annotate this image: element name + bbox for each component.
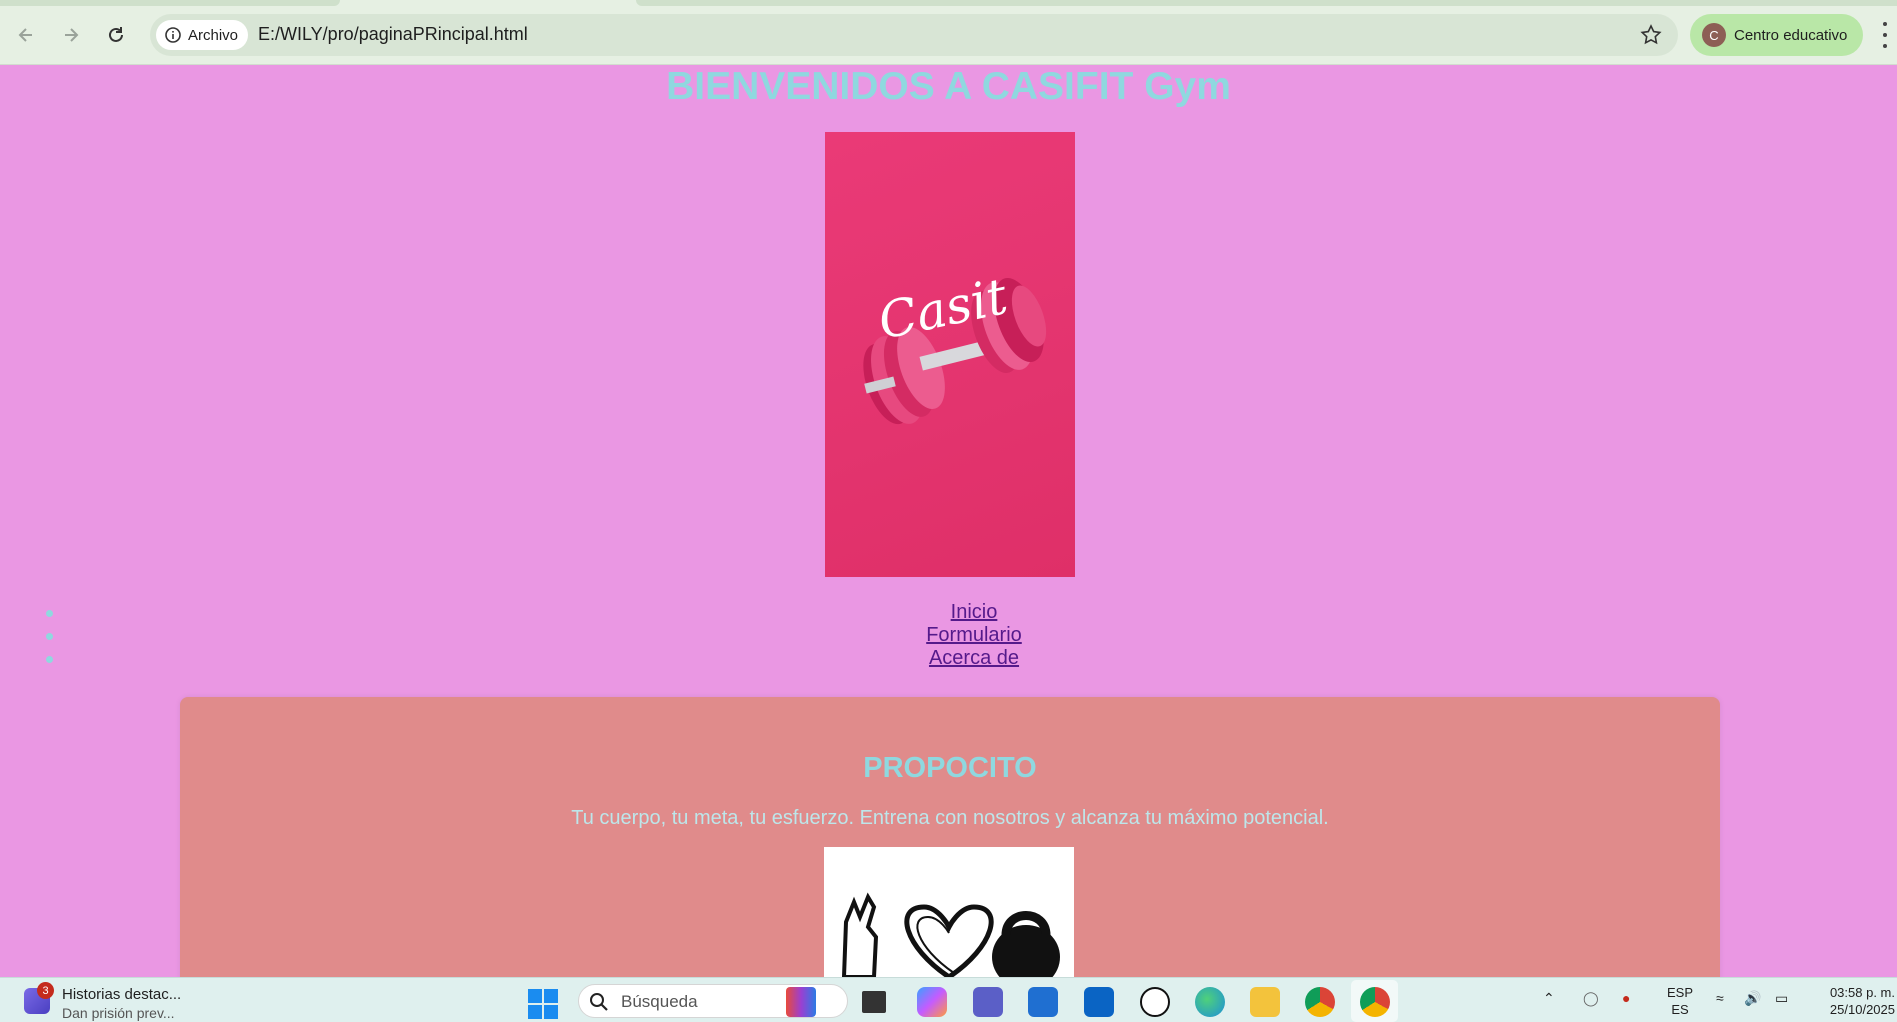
nav-link-formulario[interactable]: Formulario [926, 624, 1022, 646]
windows-taskbar: 3 Historias destac... Dan prisión prev..… [0, 977, 1897, 1022]
page-title: BIENVENIDOS A CASIFIT Gym [666, 65, 1231, 108]
clock-time: 03:58 p. m. [1829, 985, 1895, 1000]
language-indicator[interactable]: ESP ES [1667, 984, 1693, 1018]
chrome-profile-icon[interactable] [1360, 987, 1390, 1017]
outlook-icon[interactable] [1084, 987, 1114, 1017]
start-button[interactable] [528, 989, 558, 1019]
peace-love-kettlebell-image [841, 892, 1060, 977]
card-image [824, 847, 1074, 977]
news-title: Historias destac... [62, 986, 182, 1003]
nav-item-acerca: Acerca de [0, 647, 1897, 670]
reload-button[interactable] [101, 20, 131, 50]
avatar: C [1702, 23, 1726, 47]
info-icon [165, 27, 181, 43]
news-subtitle: Dan prisión prev... [62, 1005, 175, 1021]
language-top: ESP [1667, 985, 1694, 1000]
onedrive-icon[interactable]: ◯ [1583, 990, 1599, 1007]
tab-right[interactable] [636, 0, 1897, 6]
volume-icon[interactable]: 🔊 [1744, 990, 1761, 1007]
copilot-icon[interactable] [917, 987, 947, 1017]
paint-app-icon[interactable] [786, 987, 816, 1017]
tray-chevron-icon[interactable]: ⌃ [1543, 990, 1555, 1007]
main-nav: Inicio Formulario Acerca de [0, 601, 1897, 670]
store-icon[interactable] [1028, 987, 1058, 1017]
nav-link-acerca[interactable]: Acerca de [929, 647, 1019, 669]
profile-button[interactable]: C Centro educativo [1690, 14, 1863, 56]
news-badge: 3 [37, 982, 54, 999]
browser-menu-button[interactable] [1880, 22, 1890, 48]
tab-left[interactable] [0, 0, 340, 6]
nav-item-inicio: Inicio [0, 601, 1897, 624]
site-info-chip[interactable]: Archivo [156, 20, 249, 50]
reload-icon [109, 27, 123, 42]
site-info-label: Archivo [188, 26, 239, 44]
browser-toolbar: Archivo E:/WILY/pro/paginaPRincipal.html… [0, 0, 1897, 65]
clock[interactable]: 03:58 p. m. 25/10/2025 [1813, 984, 1895, 1018]
teams-icon[interactable] [973, 987, 1003, 1017]
dell-icon[interactable] [1140, 987, 1170, 1017]
clock-date: 25/10/2025 [1829, 1002, 1895, 1017]
card-title: PROPOCITO [863, 752, 1037, 784]
purpose-card: PROPOCITO Tu cuerpo, tu meta, tu esfuerz… [180, 697, 1720, 977]
nav-link-inicio[interactable]: Inicio [951, 601, 998, 623]
forward-arrow-icon [65, 28, 79, 42]
page-content: BIENVENIDOS A CASIFIT Gym Casit Inicio F… [0, 65, 1897, 977]
back-button[interactable] [11, 20, 41, 50]
task-view-icon[interactable] [862, 991, 886, 1013]
profile-label: Centro educativo [1734, 26, 1848, 44]
card-text: Tu cuerpo, tu meta, tu esfuerzo. Entrena… [571, 807, 1329, 829]
back-arrow-icon [18, 28, 32, 42]
edge-icon[interactable] [1195, 987, 1225, 1017]
battery-icon[interactable]: ▭ [1775, 990, 1788, 1007]
security-icon[interactable]: ● [1622, 990, 1630, 1006]
forward-button[interactable] [56, 20, 86, 50]
nav-item-formulario: Formulario [0, 624, 1897, 647]
search-icon [590, 993, 608, 1011]
dumbbell-logo-image: Casit [863, 267, 1047, 425]
hero-image: Casit [825, 132, 1075, 577]
wifi-icon[interactable]: ≈ [1716, 990, 1724, 1006]
bookmark-star-icon[interactable] [1640, 24, 1662, 46]
language-bottom: ES [1671, 1002, 1689, 1017]
news-widget[interactable]: 3 Historias destac... Dan prisión prev..… [22, 982, 192, 1021]
chrome-icon[interactable] [1305, 987, 1335, 1017]
search-placeholder: Búsqueda [621, 992, 698, 1011]
folder-icon[interactable] [1250, 987, 1280, 1017]
url-text[interactable]: E:/WILY/pro/paginaPRincipal.html [258, 24, 528, 45]
address-bar[interactable]: Archivo E:/WILY/pro/paginaPRincipal.html [150, 14, 1678, 56]
tab-strip [0, 0, 1897, 6]
